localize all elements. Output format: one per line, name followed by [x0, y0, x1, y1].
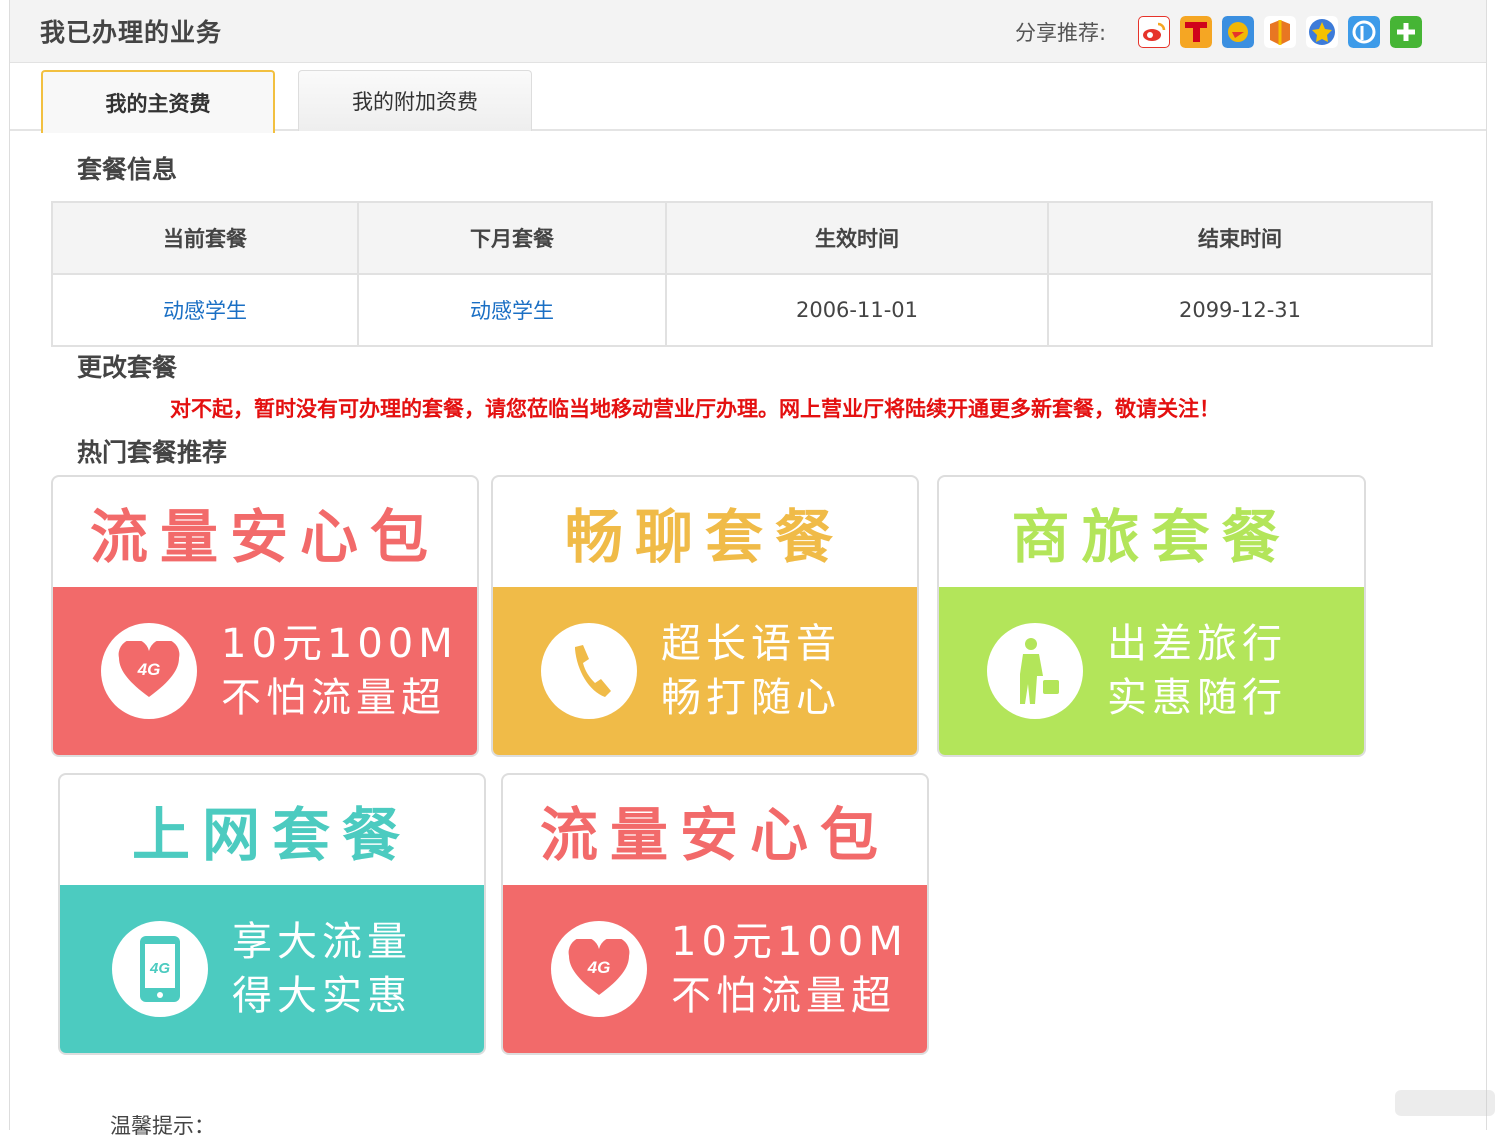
card-line-2: 畅打随心	[661, 675, 841, 721]
card-line-2: 不怕流量超	[221, 675, 446, 721]
plan-card-business-travel[interactable]: 商旅套餐 出差旅行 实惠随行	[937, 475, 1366, 757]
svg-text:4G: 4G	[137, 660, 161, 679]
tencent-weibo-share-icon[interactable]	[1180, 16, 1212, 48]
table-row: 动感学生 动感学生 2006-11-01 2099-12-31	[51, 273, 1433, 347]
card-text: 10元100M 不怕流量超	[671, 915, 908, 1023]
mobile-4g-icon: 4G	[112, 921, 208, 1017]
card-title: 流量安心包	[89, 503, 440, 571]
card-text: 出差旅行 实惠随行	[1107, 617, 1287, 725]
plan-card-data-pack[interactable]: 流量安心包 4G 10元100M 不怕流量超	[51, 475, 479, 757]
traveler-icon	[987, 623, 1083, 719]
card-body: 超长语音 畅打随心	[493, 587, 917, 755]
col-end-date: 结束时间	[1047, 201, 1433, 275]
plan-card-internet[interactable]: 上网套餐 4G 享大流量 得大实惠	[58, 773, 486, 1055]
card-line-1: 超长语音	[661, 621, 841, 667]
tab-bar: 我的主资费 我的附加资费	[10, 63, 1486, 133]
hot-plans-heading: 热门套餐推荐	[77, 438, 228, 467]
col-start-date: 生效时间	[665, 201, 1049, 275]
plan-info-heading: 套餐信息	[77, 155, 178, 184]
page-frame: 我已办理的业务 分享推荐: 我的主资费 我的附加资费 套餐信息 当前套餐 下月套…	[9, 0, 1487, 1138]
card-line-1: 10元100M	[671, 919, 908, 965]
card-body: 4G 享大流量 得大实惠	[60, 885, 484, 1053]
tab-extra-fee[interactable]: 我的附加资费	[298, 70, 532, 131]
next-month-plan-link[interactable]: 动感学生	[470, 299, 554, 323]
heart-4g-icon: 4G	[101, 623, 197, 719]
page-title: 我已办理的业务	[40, 18, 223, 47]
card-line-2: 实惠随行	[1107, 675, 1287, 721]
plan-table: 当前套餐 下月套餐 生效时间 结束时间 动感学生 动感学生 2006-11-01…	[51, 201, 1433, 347]
card-line-2: 不怕流量超	[671, 973, 896, 1019]
card-line-1: 10元100M	[221, 621, 458, 667]
card-text: 享大流量 得大实惠	[232, 915, 412, 1023]
phone-icon	[541, 623, 637, 719]
card-line-1: 出差旅行	[1107, 621, 1287, 667]
card-title: 上网套餐	[131, 801, 412, 869]
more-share-icon[interactable]	[1390, 16, 1422, 48]
card-body: 4G 10元100M 不怕流量超	[503, 885, 927, 1053]
share-icons	[1138, 16, 1422, 48]
cell-current-plan: 动感学生	[51, 273, 359, 347]
card-line-2: 得大实惠	[232, 973, 412, 1019]
weibo-share-icon[interactable]	[1138, 16, 1170, 48]
card-body: 4G 10元100M 不怕流量超	[53, 587, 477, 755]
renren-share-icon[interactable]	[1264, 16, 1296, 48]
cell-start-date: 2006-11-01	[665, 273, 1049, 347]
cell-end-date: 2099-12-31	[1047, 273, 1433, 347]
share-label: 分享推荐:	[1015, 21, 1107, 45]
watermark	[1395, 1090, 1495, 1116]
tips-label: 温馨提示：	[110, 1114, 215, 1138]
page-header: 我已办理的业务 分享推荐:	[10, 0, 1486, 63]
current-plan-link[interactable]: 动感学生	[163, 299, 247, 323]
svg-text:4G: 4G	[149, 960, 170, 977]
table-header-row: 当前套餐 下月套餐 生效时间 结束时间	[51, 201, 1433, 275]
svg-text:4G: 4G	[587, 958, 611, 977]
card-title: 商旅套餐	[1011, 503, 1292, 571]
kaixin-share-icon[interactable]	[1306, 16, 1338, 48]
plan-card-data-pack-2[interactable]: 流量安心包 4G 10元100M 不怕流量超	[501, 773, 929, 1055]
card-title: 畅聊套餐	[564, 503, 845, 571]
card-text: 超长语音 畅打随心	[661, 617, 841, 725]
col-next-month-plan: 下月套餐	[357, 201, 667, 275]
notice-text: 对不起，暂时没有可办理的套餐，请您莅临当地移动营业厅办理。网上营业厅将陆续开通更…	[170, 397, 1220, 421]
pengyou-share-icon[interactable]	[1348, 16, 1380, 48]
qzone-share-icon[interactable]	[1222, 16, 1254, 48]
change-plan-heading: 更改套餐	[77, 353, 178, 382]
col-current-plan: 当前套餐	[51, 201, 359, 275]
cell-next-month-plan: 动感学生	[357, 273, 667, 347]
card-body: 出差旅行 实惠随行	[939, 587, 1364, 755]
card-line-1: 享大流量	[232, 919, 412, 965]
card-title: 流量安心包	[539, 801, 890, 869]
heart-4g-icon: 4G	[551, 921, 647, 1017]
plan-card-chat[interactable]: 畅聊套餐 超长语音 畅打随心	[491, 475, 919, 757]
tab-main-fee[interactable]: 我的主资费	[41, 70, 275, 133]
card-text: 10元100M 不怕流量超	[221, 617, 458, 725]
